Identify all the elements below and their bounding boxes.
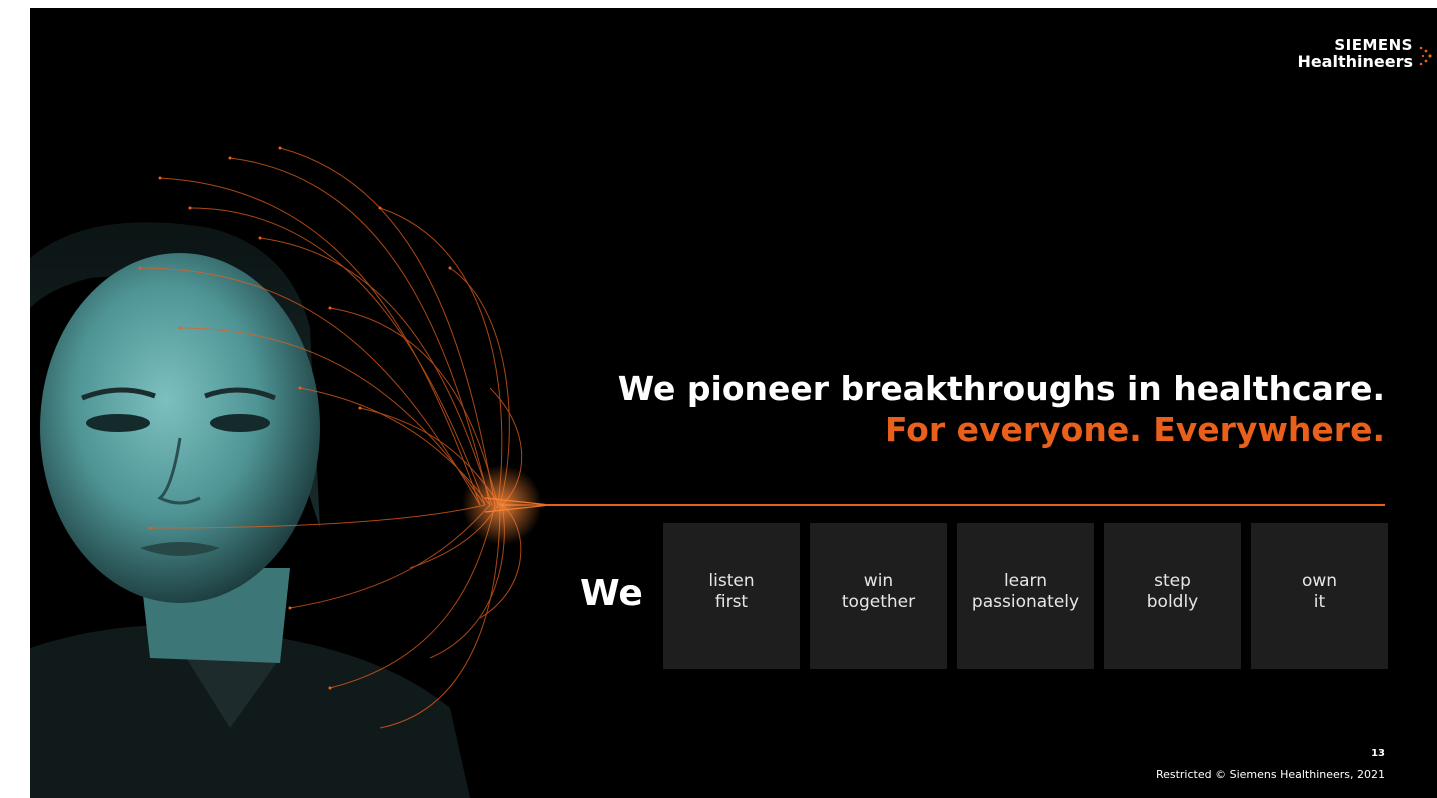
values-row: listen first win together learn passiona… bbox=[663, 523, 1388, 669]
value-word-top: step bbox=[1154, 571, 1191, 591]
slide: SIEMENS Healthineers We pioneer breakthr… bbox=[30, 8, 1437, 798]
value-word-top: learn bbox=[1003, 571, 1048, 591]
value-word-top: win bbox=[863, 571, 894, 591]
value-box-win: win together bbox=[810, 523, 947, 669]
value-box-listen: listen first bbox=[663, 523, 800, 669]
value-word-top: own bbox=[1301, 571, 1338, 591]
value-box-learn: learn passionately bbox=[957, 523, 1094, 669]
value-word-bottom: it bbox=[1313, 592, 1326, 613]
copyright-footer: Restricted © Siemens Healthineers, 2021 bbox=[1155, 768, 1385, 781]
value-word-bottom: passionately bbox=[971, 592, 1080, 613]
value-box-own: own it bbox=[1251, 523, 1388, 669]
divider-line bbox=[545, 504, 1385, 506]
portrait-image bbox=[30, 146, 551, 798]
headline-main: We pioneer breakthroughs in healthcare. bbox=[617, 369, 1385, 408]
value-word-bottom: together bbox=[841, 592, 916, 613]
headline: We pioneer breakthroughs in healthcare. … bbox=[618, 368, 1385, 451]
headline-sub: For everyone. Everywhere. bbox=[884, 410, 1385, 450]
value-word-top: listen bbox=[708, 571, 755, 591]
page-number: 13 bbox=[1371, 748, 1385, 759]
value-word-bottom: first bbox=[714, 592, 749, 613]
siemens-healthineers-logo: SIEMENS Healthineers bbox=[1297, 37, 1432, 71]
logo-dots-icon bbox=[1419, 46, 1432, 66]
value-word-bottom: boldly bbox=[1146, 592, 1199, 613]
logo-line-2: Healthineers bbox=[1297, 51, 1413, 71]
value-box-step: step boldly bbox=[1104, 523, 1241, 669]
values-lead: We bbox=[580, 573, 643, 614]
